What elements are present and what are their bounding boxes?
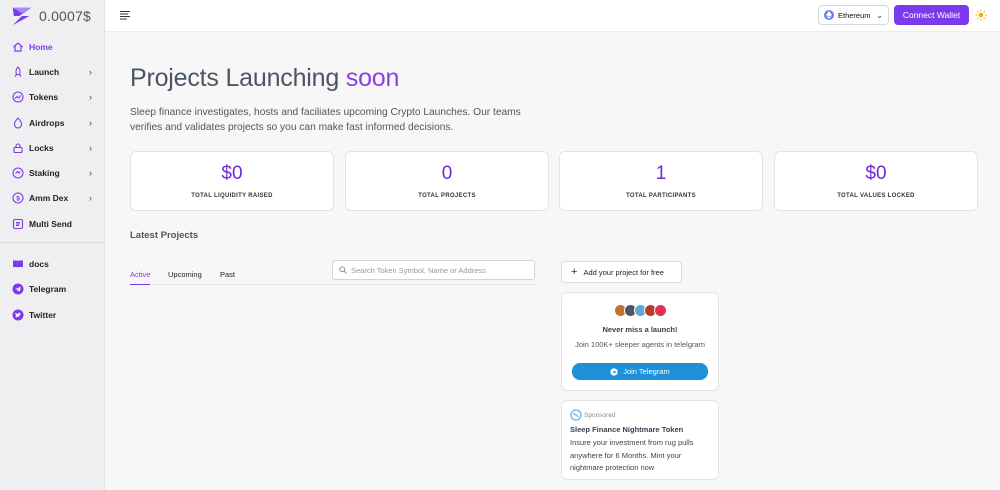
tab-past[interactable]: Past: [220, 270, 235, 285]
search-input[interactable]: [351, 265, 531, 275]
connect-wallet-button[interactable]: Connect Wallet: [894, 5, 969, 25]
add-project-label: Add your project for free: [583, 267, 664, 277]
sidebar-item-label: Multi Send: [29, 218, 72, 229]
sponsored-label: Sponsored: [584, 411, 616, 419]
stat-value: 0: [441, 163, 453, 184]
chevron-right-icon: ›: [89, 193, 92, 204]
home-icon: [12, 41, 24, 53]
staking-icon: [12, 167, 24, 179]
chevron-right-icon: ›: [89, 142, 92, 153]
sidebar-item-label: Staking: [29, 168, 60, 179]
sidebar-item-launch[interactable]: Launch ›: [0, 59, 104, 84]
sidebar-item-airdrops[interactable]: Airdrops ›: [0, 110, 104, 135]
book-icon: [12, 258, 24, 270]
stat-label: TOTAL PROJECTS: [418, 193, 476, 199]
avatar: [653, 304, 667, 317]
dex-icon: $: [12, 192, 24, 204]
stat-value: $0: [865, 163, 887, 184]
ethereum-icon: [824, 10, 834, 20]
sidebar-item-label: Home: [29, 41, 53, 52]
lock-icon: [12, 142, 24, 154]
sidebar-link-label: Twitter: [29, 309, 57, 320]
search-icon: [339, 266, 347, 274]
sidebar-item-label: Airdrops: [29, 117, 65, 128]
sidebar: 0.0007$ Home Launch › Tokens › Airdrops …: [0, 0, 105, 490]
avatar-group: [562, 304, 718, 318]
twitter-icon: [12, 309, 24, 321]
sidebar-item-tokens[interactable]: Tokens ›: [0, 85, 104, 110]
stat-card-projects: 0 TOTAL PROJECTS: [345, 151, 549, 211]
airdrop-icon: [12, 116, 24, 129]
trending-icon: [12, 91, 24, 103]
tab-upcoming[interactable]: Upcoming: [168, 270, 202, 285]
page-title: Projects Launching soon: [130, 64, 399, 93]
join-telegram-label: Join Telegram: [623, 367, 670, 376]
chevron-right-icon: ›: [89, 168, 92, 179]
rocket-icon: [12, 66, 24, 78]
telegram-promo-card: Never miss a launch! Join 100K+ sleeper …: [561, 292, 719, 391]
chain-label: Ethereum: [838, 10, 871, 20]
sidebar-link-label: docs: [29, 259, 49, 270]
search-box: [332, 260, 535, 280]
svg-text:$: $: [16, 196, 20, 203]
sidebar-item-label: Amm Dex: [29, 193, 69, 204]
chevron-right-icon: ›: [89, 92, 92, 103]
sidebar-link-twitter[interactable]: Twitter: [0, 302, 104, 327]
multisend-icon: [12, 218, 24, 230]
nightmare-logo-icon: [570, 409, 582, 421]
plus-icon: +: [571, 265, 578, 278]
sidebar-item-label: Launch: [29, 66, 60, 77]
section-title-latest-projects: Latest Projects: [130, 230, 199, 241]
stat-card-participants: 1 TOTAL PARTICIPANTS: [559, 151, 763, 211]
sidebar-item-label: Tokens: [29, 92, 59, 103]
stat-label: TOTAL VALUES LOCKED: [837, 193, 915, 199]
stat-value: 1: [655, 163, 667, 184]
add-project-button[interactable]: + Add your project for free: [561, 261, 682, 283]
sponsored-title: Sleep Finance Nightmare Token: [570, 425, 684, 434]
sidebar-link-docs[interactable]: docs: [0, 251, 104, 276]
page-description: Sleep finance investigates, hosts and fa…: [130, 107, 521, 133]
sponsored-card[interactable]: Sponsored Sleep Finance Nightmare Token …: [561, 400, 719, 480]
chevron-down-icon: ⌄: [876, 10, 883, 20]
telegram-icon: [12, 283, 24, 295]
stat-label: TOTAL PARTICIPANTS: [626, 193, 696, 199]
sidebar-item-multi-send[interactable]: Multi Send: [0, 211, 104, 236]
sidebar-item-home[interactable]: Home: [0, 34, 104, 59]
sidebar-link-label: Telegram: [29, 284, 67, 295]
stat-value: $0: [221, 163, 243, 184]
stat-card-values-locked: $0 TOTAL VALUES LOCKED: [774, 151, 978, 211]
sleep-logo-icon: [12, 7, 32, 26]
token-price: 0.0007$: [39, 8, 92, 24]
page-title-accent: soon: [345, 64, 400, 92]
menu-icon[interactable]: [119, 9, 131, 21]
sidebar-item-label: Locks: [29, 142, 54, 153]
topbar: Ethereum ⌄ Connect Wallet: [105, 0, 1000, 32]
page-title-main: Projects Launching: [130, 64, 346, 92]
brand[interactable]: 0.0007$: [0, 0, 104, 32]
sidebar-divider: [0, 242, 104, 244]
sidebar-item-staking[interactable]: Staking ›: [0, 160, 104, 185]
stat-label: TOTAL LIQUIDITY RAISED: [191, 193, 273, 199]
stat-card-liquidity: $0 TOTAL LIQUIDITY RAISED: [130, 151, 334, 211]
main-content: Projects Launching soon Sleep finance in…: [105, 32, 1000, 490]
join-telegram-button[interactable]: Join Telegram: [572, 363, 708, 380]
sun-icon[interactable]: [975, 9, 987, 21]
sponsored-body: Insure your investment from rug pulls an…: [570, 438, 694, 472]
sidebar-nav: Home Launch › Tokens › Airdrops › Locks …: [0, 34, 104, 327]
sidebar-item-locks[interactable]: Locks ›: [0, 135, 104, 160]
chain-select[interactable]: Ethereum ⌄: [818, 5, 889, 25]
chevron-right-icon: ›: [89, 117, 92, 128]
sidebar-item-amm-dex[interactable]: $ Amm Dex ›: [0, 186, 104, 211]
telegram-icon: [610, 367, 618, 376]
telegram-card-title: Never miss a launch!: [602, 325, 678, 334]
sponsored-header: Sponsored: [570, 409, 718, 421]
chevron-right-icon: ›: [89, 66, 92, 77]
tab-active[interactable]: Active: [130, 270, 151, 285]
sidebar-link-telegram[interactable]: Telegram: [0, 277, 104, 302]
telegram-card-subtitle: Join 100K+ sleeper agents in telelgram: [575, 340, 705, 349]
